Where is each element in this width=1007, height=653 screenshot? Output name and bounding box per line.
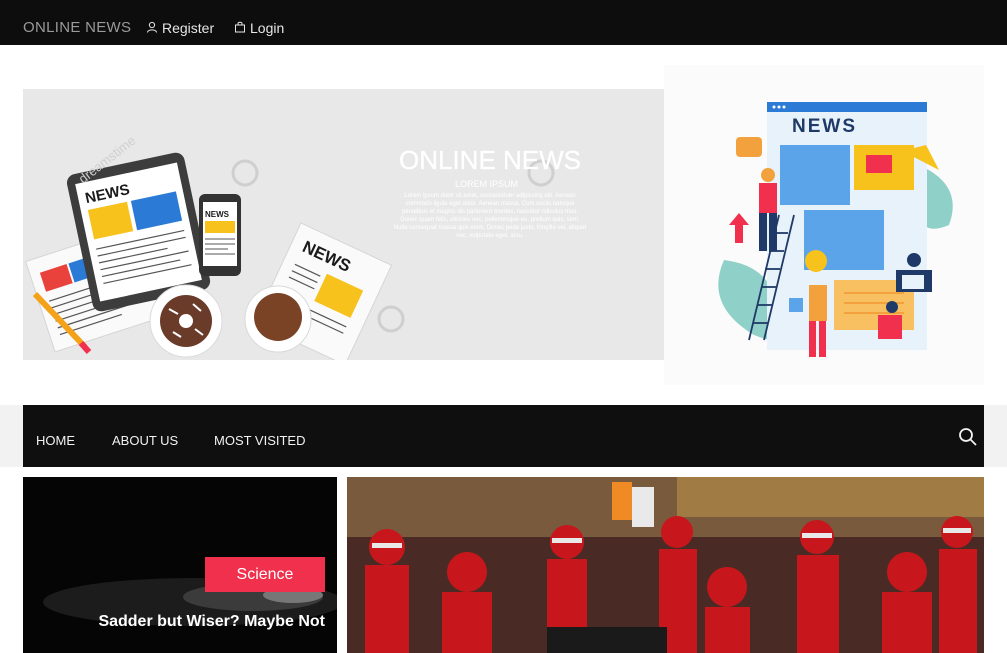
news-people-illustration: NEWS — [664, 65, 984, 385]
nav-item-most-visited[interactable]: MOST VISITED — [214, 433, 306, 448]
search-icon[interactable] — [958, 427, 978, 447]
news-panel-title: NEWS — [792, 116, 857, 137]
phone-news-text: NEWS — [205, 210, 230, 219]
category-badge[interactable]: Science — [205, 557, 325, 592]
nav-item-about-us[interactable]: ABOUT US — [112, 433, 178, 448]
register-label: Register — [162, 20, 215, 36]
nav-item-home[interactable]: HOME — [36, 433, 75, 448]
site-brand[interactable]: ONLINE NEWS — [23, 19, 131, 36]
online-news-illustration: NEWS NEWS NEWS dreamstime ONLINE NEWS LO… — [23, 89, 664, 360]
register-link[interactable]: Register — [146, 20, 214, 36]
login-label: Login — [250, 20, 285, 36]
top-bar: ONLINE NEWS Register Login — [0, 0, 1007, 45]
main-article-image[interactable] — [347, 477, 984, 653]
header-banner-image: NEWS NEWS NEWS dreamstime ONLINE NEWS LO… — [23, 89, 664, 360]
banner-body-text: Lorem ipsum dolor sit amet, consectetuer… — [393, 193, 587, 239]
banner-headline: ONLINE NEWS — [399, 145, 581, 175]
user-icon — [146, 20, 158, 36]
login-icon — [234, 20, 246, 36]
featured-article-card[interactable]: Science Sadder but Wiser? Maybe Not — [23, 477, 337, 653]
news-illustration: NEWS — [664, 65, 984, 385]
banner-subtitle: LOREM IPSUM — [455, 179, 518, 189]
login-link[interactable]: Login — [234, 20, 284, 36]
main-nav: HOME ABOUT US MOST VISITED — [23, 405, 984, 467]
article-title[interactable]: Sadder but Wiser? Maybe Not — [98, 613, 325, 631]
pit-crew-photo — [347, 477, 984, 653]
